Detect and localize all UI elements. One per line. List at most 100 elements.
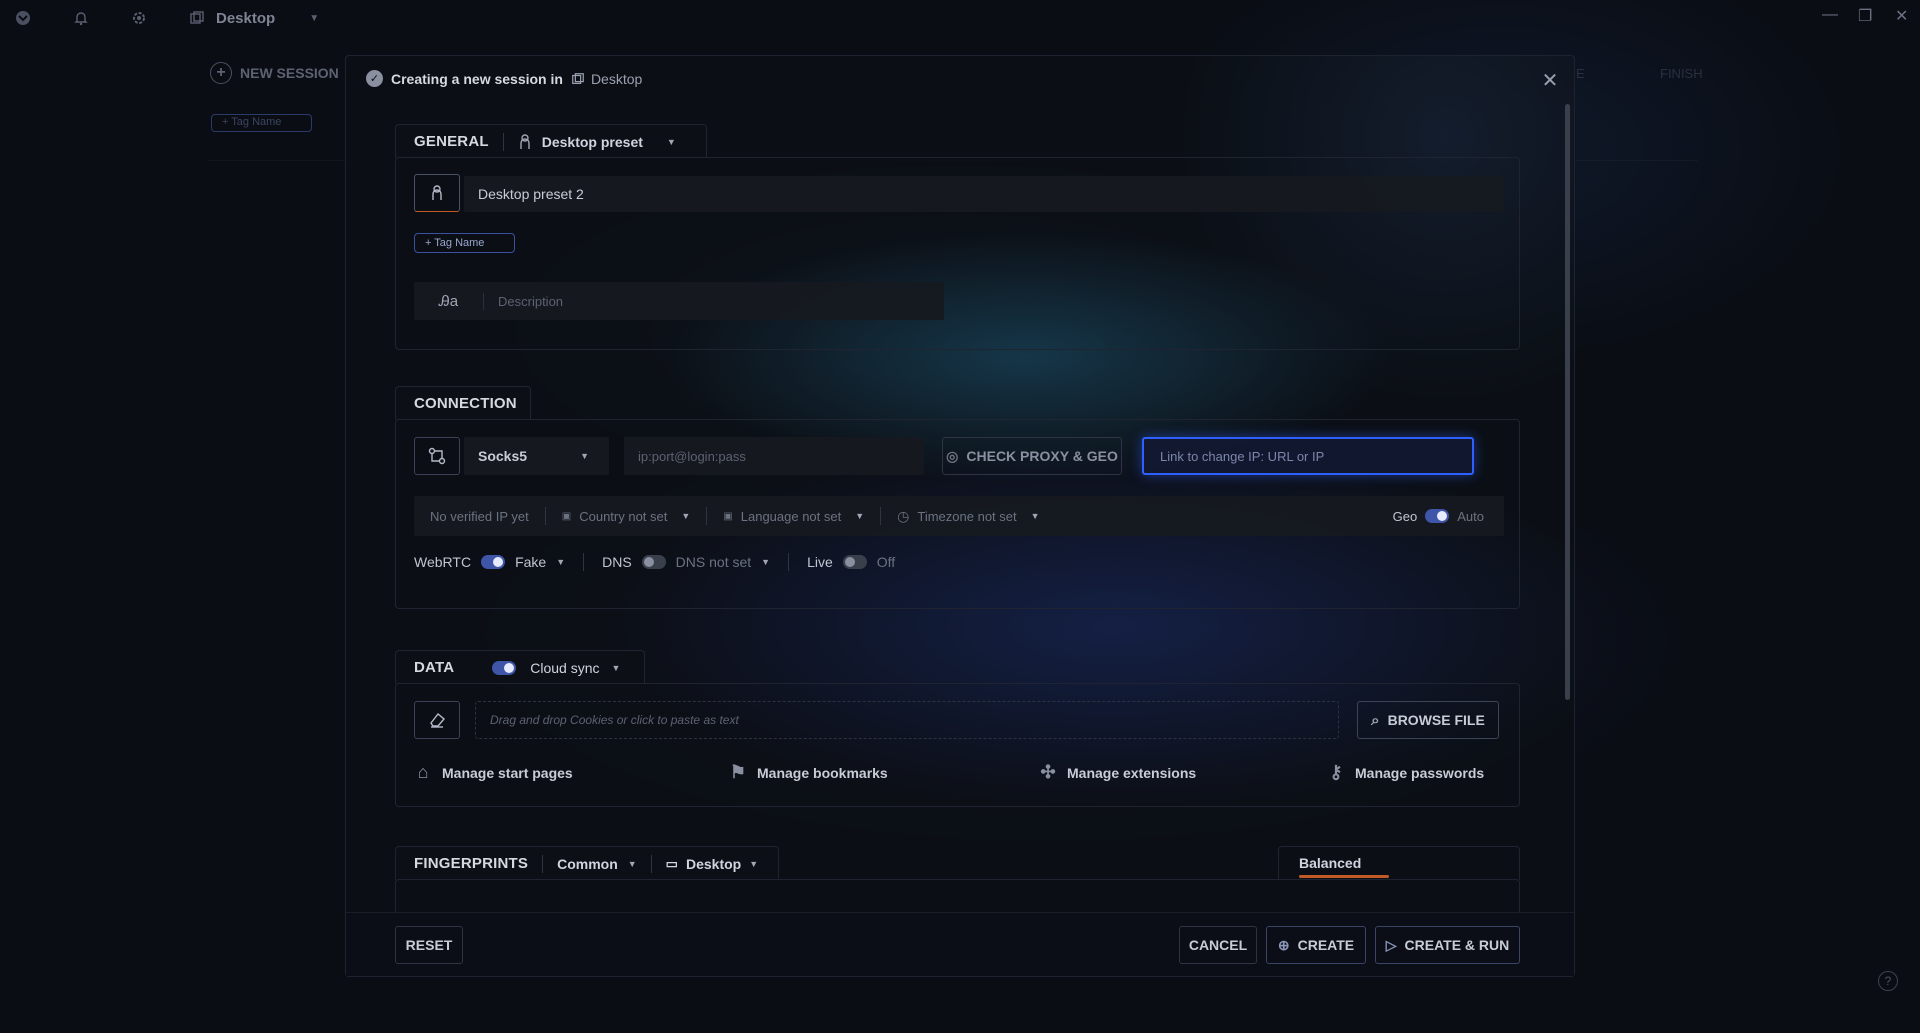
proxy-type-select[interactable]: Socks5 ▼ <box>464 437 609 475</box>
data-title: DATA <box>414 659 455 676</box>
workspace-title[interactable]: Desktop <box>216 10 275 27</box>
preset-dropdown[interactable]: Desktop preset ▼ <box>518 134 676 150</box>
connection-tab: CONNECTION <box>395 386 531 420</box>
device-select[interactable]: ▭ Desktop ▼ <box>666 856 758 872</box>
webrtc-toggle[interactable] <box>481 555 506 569</box>
geo-toggle-group: Geo Auto <box>1393 509 1484 524</box>
play-circle-icon: ▷ <box>1385 936 1397 953</box>
chevron-down-icon: ▼ <box>855 511 865 521</box>
person-icon[interactable] <box>414 174 460 212</box>
globe-icon: ◎ <box>946 447 959 464</box>
chevron-down-icon: ▼ <box>556 557 566 567</box>
session-name-input[interactable]: Desktop preset 2 <box>464 176 1504 212</box>
data-section: Drag and drop Cookies or click to paste … <box>395 683 1520 807</box>
minimize-icon[interactable]: — <box>1822 6 1838 24</box>
geo-label: Geo <box>1392 508 1418 524</box>
chevron-down-icon[interactable]: ▼ <box>309 13 319 24</box>
plus-circle-icon: ⊕ <box>1277 936 1290 953</box>
fingerprints-title: FINGERPRINTS <box>414 855 529 872</box>
new-session-modal: ✓ Creating a new session in Desktop ✕ GE… <box>345 55 1575 977</box>
reset-label: RESET <box>405 937 453 953</box>
proxy-input[interactable]: ip:port@login:pass <box>624 437 924 475</box>
geo-toggle[interactable] <box>1425 509 1450 523</box>
bg-faint-text-2: FINISH <box>1660 66 1703 81</box>
dns-mode: DNS not set <box>675 554 752 570</box>
webrtc-label: WebRTC <box>414 554 472 570</box>
help-icon[interactable]: ? <box>1878 971 1898 991</box>
clock-icon: ◷ <box>897 507 910 524</box>
app-logo-icon: ✓ <box>366 70 383 87</box>
close-window-icon[interactable]: ✕ <box>1895 6 1908 26</box>
browse-file-button[interactable]: ⌕ BROWSE FILE <box>1357 701 1499 739</box>
chevron-down-icon: ▼ <box>761 557 771 567</box>
live-mode: Off <box>876 554 896 570</box>
webrtc-mode: Fake <box>515 554 547 570</box>
geo-mode: Auto <box>1457 508 1484 524</box>
manage-start-pages-link[interactable]: ⌂ Manage start pages <box>414 762 573 783</box>
language-select[interactable]: ▣ Language not set ▼ <box>723 509 864 524</box>
cookies-dropzone[interactable]: Drag and drop Cookies or click to paste … <box>475 701 1339 739</box>
new-session-button[interactable]: + NEW SESSION <box>210 62 339 84</box>
modal-workspace: Desktop <box>571 71 642 87</box>
chevron-down-icon: ▼ <box>1030 511 1040 521</box>
dns-toggle[interactable] <box>641 555 666 569</box>
bg-tag-name[interactable]: + Tag Name <box>211 114 312 132</box>
key-icon: ⚷ <box>1329 762 1343 782</box>
manage-extensions-link[interactable]: ✣ Manage extensions <box>1039 762 1196 783</box>
cloud-sync-select[interactable]: Cloud sync ▼ <box>530 660 620 676</box>
create-run-button[interactable]: ▷ CREATE & RUN <box>1375 926 1520 964</box>
balanced-underline <box>1299 875 1389 878</box>
restore-icon[interactable]: ❐ <box>1858 6 1872 26</box>
language-icon: ▣ <box>723 510 733 522</box>
reset-button[interactable]: RESET <box>395 926 463 964</box>
country-label: Country not set <box>579 508 668 524</box>
change-ip-placeholder: Link to change IP: URL or IP <box>1160 448 1325 464</box>
cancel-label: CANCEL <box>1188 937 1248 953</box>
cloud-sync-label: Cloud sync <box>530 659 600 676</box>
description-field[interactable]: Ꭿa Description <box>414 282 944 320</box>
cookies-placeholder: Drag and drop Cookies or click to paste … <box>490 713 739 727</box>
eraser-icon[interactable] <box>414 701 460 739</box>
scrollbar[interactable] <box>1565 104 1570 700</box>
home-icon: ⌂ <box>417 762 429 782</box>
general-section: Desktop preset 2 + Tag Name Ꭿa Descripti… <box>395 157 1520 350</box>
puzzle-icon: ✣ <box>1040 762 1056 782</box>
paperclip-icon: ⌕ <box>1371 711 1380 729</box>
manage-bookmarks-label: Manage bookmarks <box>757 764 888 781</box>
manage-passwords-link[interactable]: ⚷ Manage passwords <box>1327 762 1484 783</box>
close-icon[interactable]: ✕ <box>1538 68 1562 92</box>
bookmark-icon: ⚑ <box>729 762 747 782</box>
cancel-button[interactable]: CANCEL <box>1179 926 1257 964</box>
change-ip-input[interactable]: Link to change IP: URL or IP <box>1142 437 1474 475</box>
geo-row: No verified IP yet ▣ Country not set ▼ ▣… <box>414 496 1504 536</box>
webrtc-mode-select[interactable]: Fake ▼ <box>515 554 565 570</box>
add-tag-button[interactable]: + Tag Name <box>414 233 515 253</box>
bell-icon[interactable] <box>72 9 90 27</box>
ip-status: No verified IP yet <box>430 508 529 524</box>
preset-label: Desktop preset <box>541 133 643 150</box>
description-placeholder: Description <box>498 293 564 309</box>
plus-icon: + <box>210 62 232 84</box>
manage-bookmarks-link[interactable]: ⚑ Manage bookmarks <box>729 762 888 783</box>
browse-file-label: BROWSE FILE <box>1387 712 1485 728</box>
balanced-tab[interactable]: Balanced <box>1278 846 1520 880</box>
modal-header: ✓ Creating a new session in Desktop <box>366 70 642 87</box>
create-button[interactable]: ⊕ CREATE <box>1266 926 1366 964</box>
dns-label: DNS <box>602 554 632 570</box>
check-proxy-button[interactable]: ◎ CHECK PROXY & GEO <box>942 437 1122 475</box>
proxy-icon[interactable] <box>414 437 460 475</box>
chevron-down-icon: ▼ <box>681 511 691 521</box>
cloud-sync-toggle[interactable] <box>492 660 517 675</box>
dns-mode-select[interactable]: DNS not set ▼ <box>676 554 770 570</box>
chevron-down-icon: ▼ <box>749 858 759 869</box>
live-toggle[interactable] <box>842 555 867 569</box>
modal-workspace-label: Desktop <box>590 70 643 87</box>
app-logo-icon[interactable] <box>14 9 32 27</box>
connection-section: Socks5 ▼ ip:port@login:pass ◎ CHECK PROX… <box>395 419 1520 609</box>
fingerprint-mode-select[interactable]: Common ▼ <box>557 856 637 872</box>
general-tab: GENERAL Desktop preset ▼ <box>395 124 707 158</box>
gear-icon[interactable] <box>130 9 148 27</box>
country-select[interactable]: ▣ Country not set ▼ <box>562 509 691 524</box>
timezone-select[interactable]: ◷ Timezone not set ▼ <box>897 508 1039 525</box>
connection-title: CONNECTION <box>414 395 517 412</box>
